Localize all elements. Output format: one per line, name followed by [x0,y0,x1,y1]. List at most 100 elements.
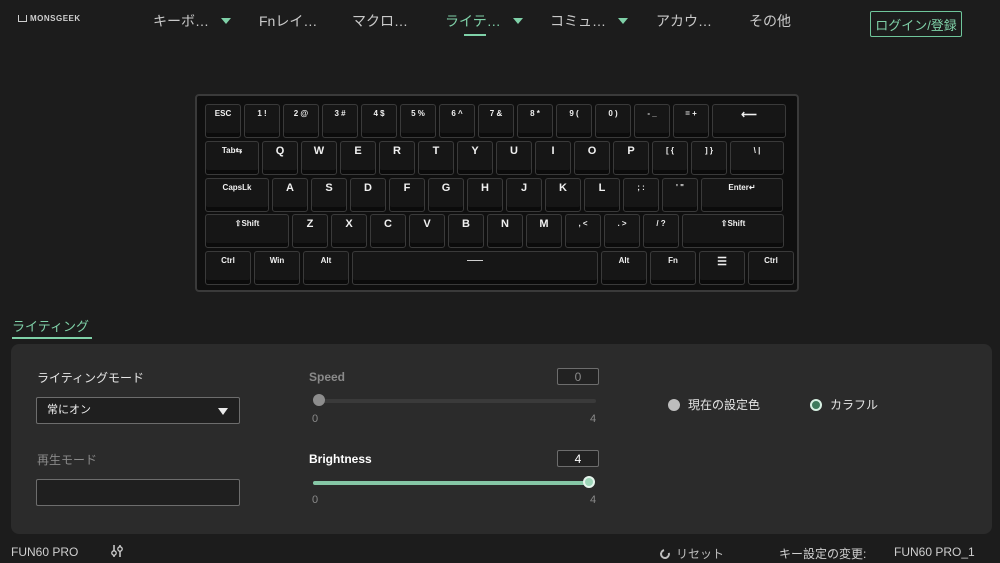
nav-item-macro[interactable]: マクロ… [352,11,408,31]
key[interactable]: Ctrl [205,251,251,285]
brand-logo[interactable]: MONSGEEK [18,14,81,23]
key[interactable]: B [448,214,484,248]
key[interactable]: U [496,141,532,175]
key[interactable]: ] } [691,141,727,175]
key[interactable]: 5 % [400,104,436,138]
radio-colorful[interactable]: カラフル [810,396,878,413]
lighting-mode-label: ライティングモード [37,371,145,385]
key[interactable]: ; : [623,178,659,212]
key[interactable]: ' " [662,178,698,212]
speed-slider-thumb[interactable] [313,394,325,406]
key[interactable]: ☰ [699,251,745,285]
key[interactable]: I [535,141,571,175]
key[interactable]: C [370,214,406,248]
key[interactable]: ESC [205,104,241,138]
top-navigation: MONSGEEK キーボ… Fnレイ… マクロ… ライテ… コミュ… アカウ… … [0,0,1000,50]
key[interactable]: P [613,141,649,175]
key[interactable]: —— [352,251,598,285]
key[interactable]: J [506,178,542,212]
key[interactable]: L [584,178,620,212]
key[interactable]: Fn [650,251,696,285]
radio-unselected-icon [668,398,680,411]
key[interactable]: Win [254,251,300,285]
brightness-slider[interactable] [313,476,595,488]
key[interactable]: / ? [643,214,679,248]
device-settings-icon[interactable] [111,544,123,558]
nav-item-label: その他 [749,13,791,29]
key[interactable]: T [418,141,454,175]
active-tab-indicator [464,34,486,36]
radio-current-color[interactable]: 現在の設定色 [668,396,760,413]
key[interactable]: 4 $ [361,104,397,138]
key[interactable]: Z [292,214,328,248]
profile-selector[interactable]: FUN60 PRO_1 [894,545,975,559]
key[interactable]: Q [262,141,298,175]
nav-item-lighting[interactable]: ライテ… [445,11,523,31]
key[interactable]: . > [604,214,640,248]
key[interactable]: 0 ) [595,104,631,138]
nav-item-community[interactable]: コミュ… [550,11,628,31]
key[interactable]: - _ [634,104,670,138]
key[interactable]: ⟵ [712,104,786,138]
key[interactable]: X [331,214,367,248]
key[interactable]: G [428,178,464,212]
dropdown-arrow-icon [218,408,228,415]
section-title: ライティング [12,319,89,334]
key[interactable]: E [340,141,376,175]
key[interactable]: 1 ! [244,104,280,138]
key[interactable]: Tab⇆ [205,141,259,175]
lighting-mode-value: 常にオン [47,404,91,416]
key-config-label: キー設定の変更: [779,547,867,561]
key[interactable]: 3 # [322,104,358,138]
playback-mode-field[interactable] [36,479,240,506]
key[interactable]: ⇧Shift [205,214,289,248]
key[interactable]: W [301,141,337,175]
nav-item-fn-layer[interactable]: Fnレイ… [259,11,317,31]
key[interactable]: CapsLk [205,178,269,212]
nav-item-label: コミュ… [550,13,606,29]
radio-label: カラフル [830,398,879,412]
key[interactable]: O [574,141,610,175]
key[interactable]: N [487,214,523,248]
brightness-max: 4 [590,494,597,506]
key[interactable]: , < [565,214,601,248]
nav-item-account[interactable]: アカウ… [656,11,712,31]
key[interactable]: ⇧Shift [682,214,784,248]
key[interactable]: F [389,178,425,212]
key[interactable]: A [272,178,308,212]
device-name: FUN60 PRO [11,545,79,559]
speed-label: Speed [309,370,346,384]
logo-icon [18,15,27,22]
key[interactable]: R [379,141,415,175]
key[interactable]: 6 ^ [439,104,475,138]
speed-min: 0 [312,413,319,425]
key[interactable]: D [350,178,386,212]
key[interactable]: K [545,178,581,212]
login-register-button[interactable]: ログイン/登録 [870,11,962,37]
reset-button[interactable]: リセット [658,545,724,562]
speed-value-box[interactable]: 0 [557,368,599,385]
key[interactable]: [ { [652,141,688,175]
lighting-mode-select[interactable]: 常にオン [36,397,240,424]
brightness-value-box[interactable]: 4 [557,450,599,467]
key[interactable]: 7 & [478,104,514,138]
key[interactable]: Enter↵ [701,178,783,212]
key[interactable]: Ctrl [748,251,794,285]
key[interactable]: 9 ( [556,104,592,138]
key[interactable]: Alt [303,251,349,285]
key[interactable]: = + [673,104,709,138]
key[interactable]: V [409,214,445,248]
nav-item-other[interactable]: その他 [749,11,791,31]
key[interactable]: S [311,178,347,212]
speed-slider[interactable] [313,394,596,406]
key[interactable]: 8 * [517,104,553,138]
key[interactable]: Alt [601,251,647,285]
keyboard-layout: ESC 1 ! 2 @3 #4 $5 % 6 ^ 7 & 8 * 9 (0 ) - _ = + ⟵… [195,94,799,292]
key[interactable]: H [467,178,503,212]
nav-item-keyboard[interactable]: キーボ… [153,11,231,31]
key[interactable]: M [526,214,562,248]
key[interactable]: 2 @ [283,104,319,138]
key[interactable]: Y [457,141,493,175]
key[interactable]: \ | [730,141,784,175]
brightness-slider-thumb[interactable] [583,476,595,488]
